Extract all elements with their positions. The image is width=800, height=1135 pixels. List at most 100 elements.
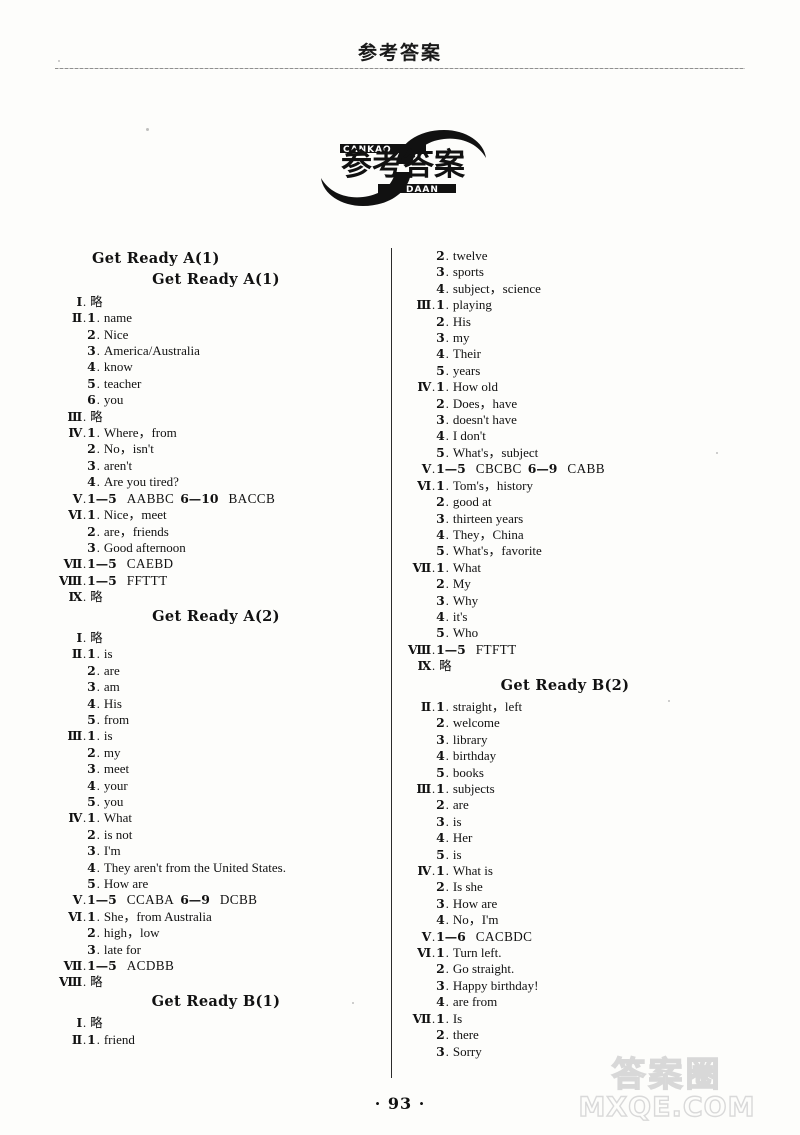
item-number: 2 — [87, 925, 96, 941]
answer-row: Ⅵ. 1. She，from Australia — [56, 909, 376, 925]
roman-numeral: Ⅷ — [408, 642, 431, 657]
item-number: 3 — [436, 895, 445, 911]
item-number: 4 — [87, 859, 96, 875]
answer-row: Ⅰ.3.my — [405, 330, 725, 346]
item-number: 6 — [87, 392, 96, 408]
item-number: 3 — [436, 510, 445, 526]
item-number: 4 — [436, 748, 445, 764]
answer-row: Ⅰ.3.Why — [405, 593, 725, 609]
item-number: 4 — [87, 359, 96, 375]
answer-text: They aren't from the United States. — [103, 859, 286, 875]
answer-row: Ⅰ.4.I don't — [405, 428, 725, 444]
roman-numeral: Ⅶ — [63, 959, 83, 974]
roman-numeral: Ⅲ — [416, 782, 431, 796]
roman-numeral: Ⅴ — [421, 462, 431, 477]
item-number: 1 — [87, 1031, 96, 1047]
answer-row: Ⅰ.3.Sorry — [405, 1044, 725, 1060]
answer-row: Ⅱ. 1. is — [56, 646, 376, 662]
answer-row: Ⅰ.4.are from — [405, 994, 725, 1010]
item-number: 5 — [436, 543, 445, 559]
answer-text: am — [103, 679, 120, 695]
svg-text:参考答案: 参考答案 — [341, 147, 466, 183]
roman-numeral: Ⅳ — [68, 426, 82, 441]
answer-text: What is — [452, 863, 493, 879]
item-number: 3 — [87, 941, 96, 957]
roman-numeral: Ⅴ — [72, 893, 82, 908]
answer-text: 略 — [90, 408, 103, 424]
range-answers: CAEBD — [126, 556, 174, 572]
answer-text: My — [452, 576, 471, 592]
range-span: 6—9 — [527, 461, 558, 477]
answer-text: my — [103, 744, 121, 760]
item-number: 4 — [436, 608, 445, 624]
answer-row: Ⅰ.3.I'm — [56, 843, 376, 859]
item-number: 2 — [87, 826, 96, 842]
answer-row: Ⅰ.3.aren't — [56, 458, 376, 474]
range-answers: FFTTT — [126, 572, 168, 588]
answer-text: She，from Australia — [103, 908, 212, 924]
range-answers: DCBB — [219, 892, 258, 908]
roman-numeral: Ⅱ — [71, 1032, 82, 1047]
item-number: 1 — [436, 297, 445, 313]
answer-text: subject，science — [452, 280, 541, 296]
answer-range-row: Ⅶ. 1—5 CAEBD — [56, 556, 376, 572]
section-title: Get Ready A(1) — [152, 271, 280, 289]
answer-text: I don't — [452, 428, 486, 444]
item-number: 1 — [87, 908, 96, 924]
answer-text: Is — [452, 1010, 463, 1026]
answer-row: Ⅱ. 1. name — [56, 310, 376, 326]
answer-range-row: Ⅷ. 1—5 FFTTT — [56, 573, 376, 589]
answer-text: Are you tired? — [103, 474, 179, 490]
item-number: 2 — [436, 576, 445, 592]
item-number: 4 — [436, 830, 445, 846]
answer-text: They，China — [452, 526, 524, 542]
page-number: · 93 · — [374, 1094, 426, 1113]
answer-text: doesn't have — [452, 412, 517, 428]
answer-row: Ⅰ.2.His — [405, 314, 725, 330]
item-number: 2 — [436, 961, 445, 977]
section-title: Get Ready A(2) — [152, 607, 280, 625]
range-span: 6—10 — [180, 490, 219, 506]
roman-numeral: Ⅵ — [417, 946, 431, 961]
answer-row: Ⅰ.2.are，friends — [56, 524, 376, 540]
answer-text: How are — [103, 876, 149, 892]
item-number: 2 — [87, 744, 96, 760]
answer-text: good at — [452, 494, 492, 510]
item-number: 4 — [436, 280, 445, 296]
answer-row: Ⅰ.3.Happy birthday! — [405, 978, 725, 994]
answer-text: Nice — [103, 326, 129, 342]
answer-row: Ⅶ. 1. Is — [405, 1011, 725, 1027]
answer-row: Ⅰ.4.Her — [405, 830, 725, 846]
scan-speck — [58, 60, 60, 62]
roman-numeral: Ⅳ — [417, 864, 431, 879]
item-number: 2 — [87, 662, 96, 678]
answer-row: Ⅸ.略 — [405, 658, 725, 674]
answer-text: 略 — [90, 293, 103, 309]
item-number: 3 — [87, 679, 96, 695]
range-answers: CABB — [567, 461, 605, 477]
item-number: 1 — [436, 945, 445, 961]
roman-numeral: Ⅸ — [417, 659, 431, 674]
item-number: 1 — [436, 863, 445, 879]
answer-row: Ⅷ.略 — [56, 974, 376, 990]
item-number: 5 — [87, 375, 96, 391]
range-answers: BACCB — [228, 490, 276, 506]
answer-row: Ⅰ.2.there — [405, 1027, 725, 1043]
roman-numeral: Ⅲ — [67, 729, 82, 744]
item-number: 1 — [436, 781, 445, 796]
answer-text: 略 — [439, 658, 452, 674]
answer-row: Ⅰ.5.you — [56, 794, 376, 810]
item-number: 4 — [87, 695, 96, 711]
item-number: 5 — [436, 846, 445, 862]
range-answers: CACBDC — [475, 928, 533, 944]
answer-row: Ⅰ.4.Their — [405, 346, 725, 362]
answer-row: Ⅰ.2.welcome — [405, 715, 725, 731]
answer-text: thirteen years — [452, 510, 524, 526]
item-number: 2 — [436, 248, 445, 263]
answer-row: Ⅲ. 1. subjects — [405, 781, 725, 797]
item-number: 1 — [87, 728, 96, 744]
answer-row: Ⅰ.3.doesn't have — [405, 412, 725, 428]
roman-numeral: Ⅵ — [68, 909, 82, 924]
answer-text: twelve — [452, 248, 488, 263]
range-span: 6—9 — [180, 892, 210, 908]
